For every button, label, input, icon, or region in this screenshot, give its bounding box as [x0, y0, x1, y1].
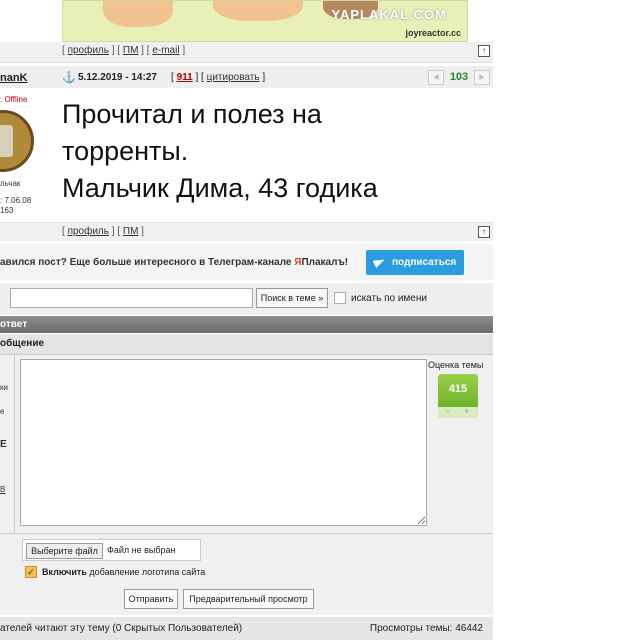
pm-link[interactable]: ПМ [123, 45, 139, 56]
search-input[interactable] [10, 288, 253, 308]
readers-count: ателей читают эту тему (0 Скрытых Пользо… [0, 623, 243, 634]
post-links-bar: [ профиль ] [ ПМ ] ↑ [0, 222, 493, 241]
left-frag: Е [0, 439, 7, 450]
upvote-icon[interactable]: ▶ [474, 70, 490, 85]
search-by-name-label: искать по имени [351, 293, 427, 304]
topic-rating: 415 − + [438, 374, 478, 418]
telegram-text: авился пост? Еще больше интересного в Те… [0, 257, 349, 268]
image-figure [213, 1, 303, 21]
attachment-row: Выберите файл Файл не выбран ✓ Включить … [0, 533, 493, 586]
post-links-bar: [ профиль ] [ ПМ ] [ e-mail ] ↑ [0, 42, 493, 63]
pm-link[interactable]: ПМ [123, 226, 139, 237]
logo-checkbox-label: Включить добавление логотипа сайта [42, 567, 206, 577]
reply-header: ответ [0, 316, 493, 333]
profile-link[interactable]: профиль [68, 45, 109, 56]
topic-footer: ателей читают эту тему (0 Скрытых Пользо… [0, 617, 493, 640]
profile-link[interactable]: профиль [68, 226, 109, 237]
topic-rating-controls: − + [438, 406, 478, 418]
avatar[interactable] [0, 110, 34, 172]
form-buttons: Отправить Предварительный просмотр [0, 585, 493, 615]
post-number-link[interactable]: 911 [177, 72, 193, 83]
left-frag: ки [0, 383, 8, 392]
email-link[interactable]: e-mail [152, 45, 179, 56]
post-date: 5.12.2019 - 14:27 [78, 72, 157, 83]
submit-button[interactable]: Отправить [124, 589, 178, 609]
telegram-icon [372, 256, 387, 268]
search-by-name-checkbox[interactable] [334, 292, 346, 304]
rating-plus-icon[interactable]: + [464, 406, 469, 416]
post-image: YAPLAKAL.COM joyreactor.cc [62, 0, 468, 42]
left-frag[interactable]: В [0, 485, 5, 494]
user-posts: 163 [0, 206, 14, 215]
topic-rating-label: Оценка темы [428, 360, 484, 370]
choose-file-button[interactable]: Выберите файл [26, 543, 103, 559]
image-source: joyreactor.cc [405, 28, 461, 38]
expand-icon[interactable]: ↑ [478, 226, 490, 238]
post-rating: ◀ 103 ▶ [428, 70, 490, 85]
left-frag: е [0, 407, 5, 416]
post-links: [ профиль ] [ ПМ ] [62, 226, 144, 237]
topic-search: Поиск в теме » искать по имени [0, 283, 493, 315]
search-button[interactable]: Поиск в теме » [256, 288, 328, 308]
post-body: Прочитал и полез на торренты. Мальчик Ди… [62, 90, 490, 222]
rating-minus-icon[interactable]: − [445, 406, 450, 416]
image-figure [103, 1, 173, 27]
reply-left-column: ки е Е В [0, 355, 15, 533]
topic-views: Просмотры темы: 46442 [369, 623, 483, 634]
post-text: Прочитал и полез на торренты. Мальчик Ди… [62, 99, 378, 203]
file-status: Файл не выбран [107, 545, 176, 555]
logo-checkbox[interactable]: ✓ [25, 566, 37, 578]
telegram-promo: авился пост? Еще больше интересного в Те… [0, 244, 493, 280]
post-number: [ 911 ] [ цитировать ] [171, 72, 266, 83]
user-status: : Offline [0, 95, 28, 104]
reply-subheader: общение [0, 334, 493, 355]
user-joined: : 7.06.08 [0, 196, 32, 205]
reply-textarea[interactable] [20, 359, 427, 526]
quote-link[interactable]: цитировать [207, 72, 260, 83]
author-sidebar: : Offline льчак : 7.06.08 163 [0, 90, 58, 222]
reply-form: ки е Е В Оценка темы 415 − + [0, 355, 493, 533]
file-input: Выберите файл Файл не выбран [22, 539, 201, 561]
downvote-icon[interactable]: ◀ [428, 70, 444, 85]
telegram-subscribe-button[interactable]: подписаться [366, 250, 464, 275]
post-header: nanK ⚓ 5.12.2019 - 14:27 [ 911 ] [ цитир… [0, 66, 493, 88]
post-links: [ профиль ] [ ПМ ] [ e-mail ] [62, 45, 186, 56]
expand-icon[interactable]: ↑ [478, 45, 490, 57]
anchor-icon[interactable]: ⚓ [62, 71, 76, 84]
user-rank: льчак [0, 179, 21, 188]
preview-button[interactable]: Предварительный просмотр [183, 589, 314, 609]
post-score: 103 [449, 71, 469, 83]
image-watermark: YAPLAKAL.COM [331, 7, 447, 22]
topic-rating-value: 415 [448, 383, 468, 395]
post-username[interactable]: nanK [0, 72, 28, 84]
